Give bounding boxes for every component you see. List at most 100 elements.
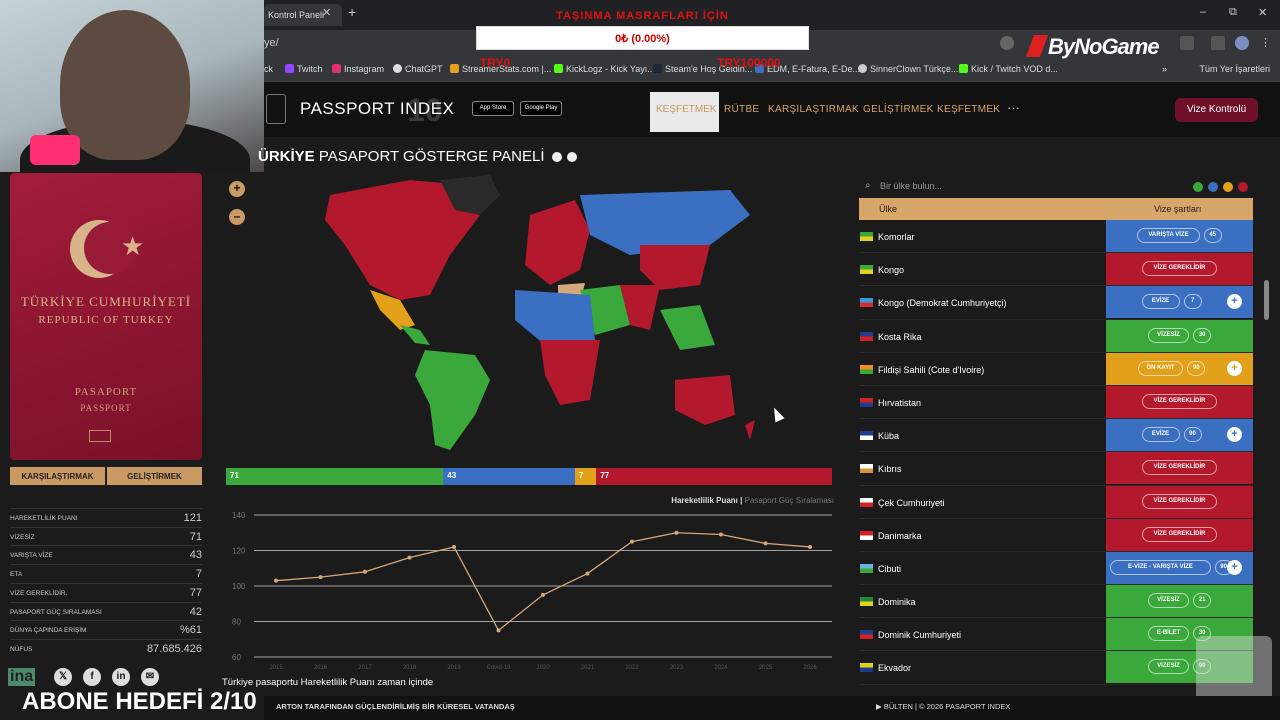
bookmark-item[interactable]: ChatGPT bbox=[393, 64, 443, 74]
country-row[interactable]: Danimarka VİZE GEREKLİDİR bbox=[859, 518, 1253, 552]
column-header-visa[interactable]: Vize şartları bbox=[1154, 204, 1201, 214]
data-point[interactable] bbox=[363, 569, 367, 574]
zoom-in-button[interactable]: + bbox=[229, 181, 245, 197]
country-name[interactable]: Dominika bbox=[878, 597, 916, 607]
country-row[interactable]: Dominika VİZESİZ 21 bbox=[859, 585, 1253, 619]
country-row[interactable]: Dominik Cumhuriyeti E-BİLET 30 bbox=[859, 618, 1253, 652]
filter-toggle[interactable] bbox=[1193, 182, 1203, 192]
summary-segment[interactable]: 7 bbox=[574, 468, 597, 485]
filter-toggle[interactable] bbox=[1208, 182, 1218, 192]
data-point[interactable] bbox=[496, 628, 501, 633]
data-point[interactable] bbox=[274, 578, 278, 583]
country-row[interactable]: Hırvatistan VİZE GEREKLİDİR bbox=[859, 385, 1253, 420]
filter-toggle[interactable] bbox=[1223, 182, 1233, 192]
country-row[interactable]: Çek Cumhuriyeti VİZE GEREKLİDİR bbox=[859, 485, 1253, 519]
prev-arrow-icon[interactable] bbox=[552, 152, 562, 162]
nav-more-icon[interactable]: ··· bbox=[1007, 100, 1020, 115]
data-point[interactable] bbox=[541, 592, 545, 597]
footer-links[interactable]: ▶ BÜLTEN | © 2026 PASAPORT INDEX bbox=[876, 702, 1010, 711]
email-icon[interactable]: ✉ bbox=[141, 668, 159, 686]
footer-credit[interactable]: ARTON TARAFINDAN GÜÇLENDİRİLMİŞ BİR KÜRE… bbox=[276, 702, 515, 711]
summary-segment[interactable]: 77 bbox=[596, 468, 832, 485]
linkedin-icon[interactable]: in bbox=[112, 668, 130, 686]
visa-check-button[interactable]: Vize Kontrolü bbox=[1175, 98, 1258, 122]
translate-icon[interactable] bbox=[1000, 36, 1014, 50]
bookmark-item[interactable]: Twitch bbox=[285, 64, 323, 74]
data-point[interactable] bbox=[674, 530, 679, 535]
bookmark-item[interactable]: Kick / Twitch VOD d... bbox=[959, 64, 1058, 74]
menu-icon[interactable]: ⋮ bbox=[1260, 36, 1274, 50]
country-row[interactable]: Kongo VİZE GEREKLİDİR bbox=[859, 253, 1253, 287]
compare-button[interactable]: KARŞILAŞTIRMAK bbox=[10, 467, 105, 485]
extensions-icon[interactable] bbox=[1180, 36, 1194, 50]
data-point[interactable] bbox=[452, 544, 456, 549]
bookmarks-more-icon[interactable]: » bbox=[1162, 64, 1167, 74]
country-name[interactable]: Fildişi Sahili (Cote d'Ivoire) bbox=[878, 365, 984, 375]
data-point[interactable] bbox=[763, 541, 768, 546]
country-row[interactable]: Ekvador VİZESİZ 90 bbox=[859, 651, 1253, 685]
expand-plus-icon[interactable]: + bbox=[1227, 294, 1242, 310]
nav-item-improve[interactable]: GELİŞTİRMEK bbox=[863, 104, 934, 115]
nav-item-explore-active[interactable]: KEŞFETMEK bbox=[650, 92, 719, 132]
nav-item-compare[interactable]: KARŞILAŞTIRMAK bbox=[768, 104, 859, 115]
site-logo[interactable]: PASSPORT INDEX bbox=[300, 99, 454, 119]
data-point[interactable] bbox=[630, 539, 634, 544]
country-row[interactable]: Küba EVİZE 90 + bbox=[859, 419, 1253, 453]
maximize-button[interactable]: ⧉ bbox=[1229, 6, 1237, 19]
country-row[interactable]: Komorlar VARIŞTA VİZE 45 bbox=[859, 220, 1253, 254]
expand-plus-icon[interactable]: + bbox=[1227, 559, 1242, 575]
bookmark-item[interactable]: KickLogz - Kick Yayı... bbox=[554, 64, 655, 74]
bookmark-item[interactable]: Instagram bbox=[332, 64, 384, 74]
all-bookmarks[interactable]: Tüm Yer İşaretleri bbox=[1199, 64, 1270, 74]
country-list[interactable]: Komorlar VARIŞTA VİZE 45 Kongo VİZE GEREKLİD… bbox=[859, 220, 1253, 692]
world-visa-map[interactable] bbox=[290, 175, 790, 455]
data-point[interactable] bbox=[808, 544, 812, 549]
improve-button[interactable]: GELİŞTİRMEK bbox=[107, 467, 202, 485]
country-name[interactable]: Çek Cumhuriyeti bbox=[878, 498, 945, 508]
country-name[interactable]: Kıbrıs bbox=[878, 464, 902, 474]
profile-avatar[interactable] bbox=[1235, 36, 1249, 50]
google-play-button[interactable]: Google Play bbox=[520, 101, 562, 116]
expand-plus-icon[interactable]: + bbox=[1227, 360, 1242, 376]
country-row[interactable]: Kongo (Demokrat Cumhuriyetçi) EVİZE 7 + bbox=[859, 286, 1253, 320]
minimize-button[interactable]: – bbox=[1200, 6, 1206, 18]
chart-toggle[interactable]: Hareketlilik Puanı | Pasaport Güç Sırala… bbox=[600, 496, 834, 505]
column-header-country[interactable]: Ülke bbox=[879, 204, 897, 214]
country-name[interactable]: Kosta Rika bbox=[878, 332, 922, 342]
nav-item-explore[interactable]: KEŞFETMEK bbox=[937, 104, 1000, 115]
new-tab-button[interactable]: + bbox=[348, 4, 356, 20]
app-store-button[interactable]: App Store bbox=[472, 101, 514, 116]
address-url[interactable]: ye/ bbox=[264, 37, 279, 49]
country-row[interactable]: Kıbrıs VİZE GEREKLİDİR bbox=[859, 452, 1253, 486]
logo-icon[interactable] bbox=[266, 94, 286, 124]
country-row[interactable]: Cibuti E-VİZE - VARIŞTA VİZE 90 + bbox=[859, 551, 1253, 586]
summary-segment[interactable]: 43 bbox=[443, 468, 575, 485]
page-scrollbar[interactable] bbox=[1264, 280, 1269, 320]
data-point[interactable] bbox=[719, 532, 723, 537]
data-point[interactable] bbox=[318, 575, 323, 580]
country-name[interactable]: Kongo (Demokrat Cumhuriyetçi) bbox=[878, 298, 1007, 308]
summary-segment[interactable]: 71 bbox=[226, 468, 444, 485]
country-name[interactable]: Dominik Cumhuriyeti bbox=[878, 630, 961, 640]
country-name[interactable]: Komorlar bbox=[878, 232, 915, 242]
country-name[interactable]: Hırvatistan bbox=[878, 398, 921, 408]
country-name[interactable]: Cibuti bbox=[878, 564, 901, 574]
x-twitter-icon[interactable]: 𝕏 bbox=[54, 668, 72, 686]
media-icon[interactable] bbox=[1211, 36, 1225, 50]
tab-close-icon[interactable]: ✕ bbox=[322, 6, 331, 19]
country-name[interactable]: Danimarka bbox=[878, 531, 922, 541]
bookmark-item[interactable]: SinnerClown Türkçe... bbox=[858, 64, 958, 74]
country-row[interactable]: Fildişi Sahili (Cote d'Ivoire) ÖN KAYIT 90… bbox=[859, 352, 1253, 386]
country-name[interactable]: Kongo bbox=[878, 265, 904, 275]
zoom-out-button[interactable]: – bbox=[229, 209, 245, 225]
data-point[interactable] bbox=[585, 571, 590, 576]
expand-plus-icon[interactable]: + bbox=[1227, 427, 1242, 443]
country-name[interactable]: Ekvador bbox=[878, 663, 911, 673]
country-name[interactable]: Küba bbox=[878, 431, 899, 441]
close-window-button[interactable]: ✕ bbox=[1258, 6, 1267, 19]
country-row[interactable]: Kosta Rika VİZESİZ 30 bbox=[859, 319, 1253, 353]
next-arrow-icon[interactable] bbox=[567, 152, 577, 162]
facebook-icon[interactable]: f bbox=[83, 668, 101, 686]
bookmark-item[interactable]: ck bbox=[264, 64, 273, 74]
filter-toggle[interactable] bbox=[1238, 182, 1248, 192]
